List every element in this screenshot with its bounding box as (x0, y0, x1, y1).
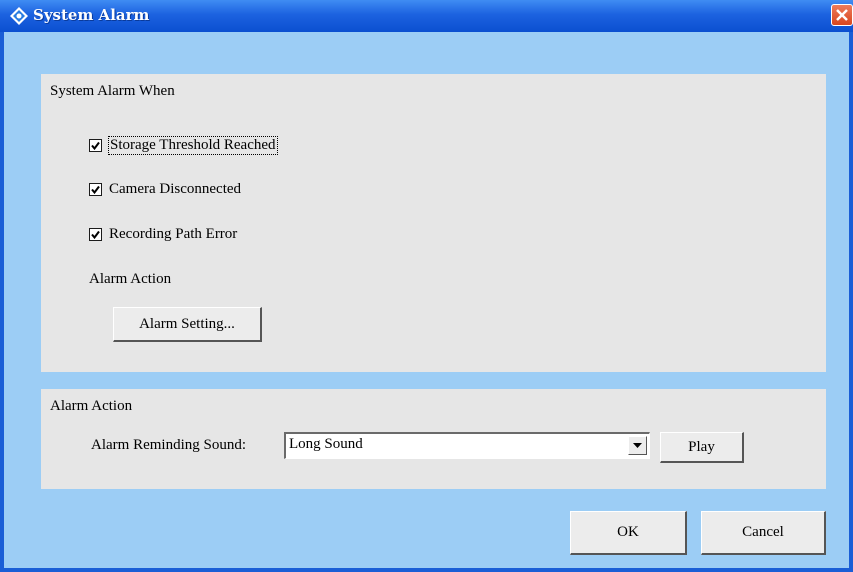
reminding-sound-label: Alarm Reminding Sound: (91, 437, 246, 453)
alarm-action-label: Alarm Action (89, 271, 172, 287)
reminding-sound-value: Long Sound (289, 436, 363, 452)
alarm-setting-button-label: Alarm Setting... (139, 316, 235, 332)
alarm-action-panel: Alarm Action Alarm Reminding Sound: Long… (41, 389, 826, 489)
cancel-button-label: Cancel (742, 524, 784, 540)
play-button[interactable]: Play (660, 432, 744, 463)
checkbox-box[interactable] (89, 139, 102, 152)
play-button-label: Play (688, 439, 715, 455)
checkbox-label[interactable]: Camera Disconnected (109, 181, 241, 198)
close-button[interactable] (831, 4, 853, 26)
checkbox-box[interactable] (89, 183, 102, 196)
diamond-app-icon (10, 7, 28, 25)
panel-title-alarm-action: Alarm Action (50, 398, 133, 414)
window-title: System Alarm (33, 6, 150, 24)
cancel-button[interactable]: Cancel (701, 511, 826, 555)
system-alarm-when-panel: System Alarm When Storage Threshold Reac… (41, 74, 826, 372)
checkbox-label[interactable]: Recording Path Error (109, 226, 237, 243)
title-bar[interactable]: System Alarm (0, 0, 853, 32)
system-alarm-dialog: System Alarm System Alarm When Storage T… (0, 0, 853, 572)
dropdown-arrow-button[interactable] (628, 436, 647, 455)
panel-title-alarm-when: System Alarm When (50, 83, 175, 99)
checkbox-box[interactable] (89, 228, 102, 241)
checkbox-label[interactable]: Storage Threshold Reached (108, 136, 278, 155)
reminding-sound-select[interactable]: Long Sound (284, 432, 650, 459)
alarm-setting-button[interactable]: Alarm Setting... (113, 307, 262, 342)
ok-button-label: OK (617, 524, 639, 540)
ok-button[interactable]: OK (570, 511, 687, 555)
